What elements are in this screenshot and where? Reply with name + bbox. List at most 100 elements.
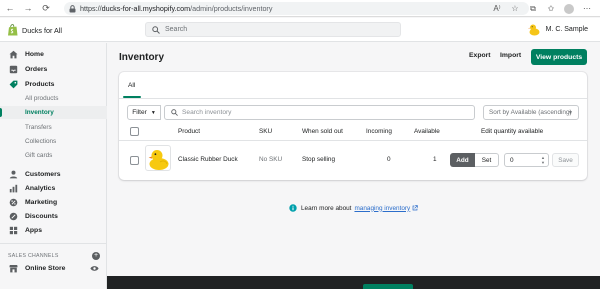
url-scheme: https://	[80, 4, 102, 13]
learn-more-text: Learn more about	[301, 204, 352, 212]
favorite-star-icon[interactable]: ☆	[510, 4, 520, 14]
filter-button[interactable]: Filter ▼	[127, 105, 161, 120]
back-icon[interactable]: ←	[4, 2, 16, 14]
sidebar-item-orders[interactable]: Orders	[0, 62, 107, 76]
column-edit-quantity: Edit quantity available	[481, 128, 544, 135]
incoming-value: 0	[387, 156, 391, 163]
tab-all-label: All	[128, 82, 136, 89]
admin-topbar: Ducks for All Search M. C. Sample	[0, 18, 600, 42]
when-sold-out-value: Stop selling	[302, 156, 336, 163]
tag-icon	[9, 80, 18, 89]
column-sku: SKU	[259, 128, 273, 135]
table-row: Classic Rubber Duck No SKU Stop selling …	[119, 142, 587, 178]
save-button[interactable]: Save	[552, 153, 579, 167]
discount-icon	[9, 212, 18, 221]
chevron-down-icon[interactable]: ▼	[541, 160, 545, 165]
spinner-arrows[interactable]: ▲ ▼	[539, 155, 547, 165]
sidebar-label-discounts: Discounts	[25, 212, 58, 220]
sidebar-label-products: Products	[25, 80, 55, 88]
user-name: M. C. Sample	[545, 26, 588, 33]
inventory-search-placeholder: Search inventory	[182, 109, 232, 116]
sidebar-sublabel: Gift cards	[25, 152, 53, 159]
tab-divider	[119, 98, 587, 99]
column-incoming: Incoming	[366, 128, 392, 135]
browser-actions: A⁾ ☆ ⧉ ✩ ⋯	[492, 2, 592, 15]
sidebar-item-discounts[interactable]: Discounts	[0, 209, 107, 223]
address-bar[interactable]: https://ducks-for-all.myshopify.com/admi…	[64, 2, 529, 15]
quantity-value: 0	[510, 156, 514, 164]
caret-down-icon: ▼	[150, 109, 156, 116]
search-placeholder: Search	[165, 26, 188, 33]
shopify-bag-icon	[8, 24, 18, 36]
search-icon	[152, 25, 160, 34]
sidebar-item-home[interactable]: Home	[0, 47, 107, 61]
import-button[interactable]: Import	[500, 52, 521, 59]
info-icon	[289, 204, 297, 212]
sales-channels-label: SALES CHANNELS	[8, 253, 59, 259]
filter-label: Filter	[132, 109, 147, 116]
sidebar-subitem-collections[interactable]: Collections	[0, 135, 107, 148]
managing-inventory-link[interactable]: managing inventory	[354, 205, 410, 212]
sku-value: No SKU	[259, 156, 283, 163]
bottom-bar-button[interactable]	[363, 284, 413, 289]
tab-all[interactable]: All	[128, 82, 135, 97]
profile-icon[interactable]	[564, 3, 574, 14]
view-products-button[interactable]: View products	[531, 49, 587, 65]
sort-select[interactable]: Sort by Available (ascending) ▼	[483, 105, 579, 120]
sales-channels-header: SALES CHANNELS +	[8, 251, 100, 261]
add-button[interactable]: Add	[450, 153, 475, 167]
person-icon	[9, 170, 18, 179]
reader-mode-icon[interactable]: A⁾	[492, 4, 502, 14]
orders-icon	[9, 65, 18, 74]
sidebar-item-customers[interactable]: Customers	[0, 167, 107, 181]
add-sales-channel-icon[interactable]: +	[92, 252, 100, 260]
user-menu[interactable]: M. C. Sample	[527, 23, 588, 36]
analytics-icon	[9, 184, 18, 193]
eye-icon[interactable]	[90, 264, 99, 273]
column-product: Product	[178, 128, 201, 135]
column-when-sold-out: When sold out	[302, 128, 343, 135]
store-icon	[9, 264, 18, 273]
sidebar-sublabel: Inventory	[25, 109, 54, 116]
quantity-stepper[interactable]: 0 ▲ ▼	[504, 153, 549, 167]
inventory-search-input[interactable]: Search inventory	[164, 105, 475, 120]
sidebar-label-home: Home	[25, 50, 44, 58]
sidebar-item-apps[interactable]: Apps	[0, 223, 107, 237]
sidebar-item-products[interactable]: Products	[0, 77, 107, 91]
sidebar-item-online-store[interactable]: Online Store	[0, 261, 107, 275]
sidebar-subitem-gift-cards[interactable]: Gift cards	[0, 149, 107, 162]
external-link-icon	[412, 205, 418, 211]
favorites-icon[interactable]: ✩	[546, 4, 556, 14]
browser-toolbar: ← → ⟳ https://ducks-for-all.myshopify.co…	[0, 0, 600, 17]
caret-down-icon: ▼	[568, 109, 573, 116]
sidebar-label-customers: Customers	[25, 170, 61, 178]
sidebar-subitem-all-products[interactable]: All products	[0, 92, 107, 105]
url-path: /admin/products/inventory	[190, 4, 273, 13]
collections-icon[interactable]: ⧉	[528, 4, 538, 14]
sidebar-subitem-inventory[interactable]: Inventory	[0, 106, 107, 119]
sidebar-divider	[0, 243, 107, 244]
set-button[interactable]: Set	[475, 153, 499, 167]
store-brand[interactable]: Ducks for All	[7, 24, 62, 36]
sidebar-label-orders: Orders	[25, 65, 48, 73]
more-menu-icon[interactable]: ⋯	[582, 4, 592, 14]
available-value: 1	[433, 156, 437, 163]
export-button[interactable]: Export	[469, 52, 491, 59]
global-search-input[interactable]: Search	[145, 22, 401, 37]
reload-icon[interactable]: ⟳	[40, 2, 52, 14]
row-checkbox[interactable]	[130, 156, 139, 165]
store-name: Ducks for All	[22, 25, 62, 35]
sidebar-item-marketing[interactable]: Marketing	[0, 195, 107, 209]
product-thumbnail[interactable]	[145, 145, 171, 171]
url-host: ducks-for-all.myshopify.com	[101, 4, 191, 13]
forward-icon[interactable]: →	[22, 2, 34, 14]
product-name-link[interactable]: Classic Rubber Duck	[178, 156, 238, 163]
home-icon	[9, 50, 18, 59]
sidebar-subitem-transfers[interactable]: Transfers	[0, 121, 107, 134]
sidebar-item-analytics[interactable]: Analytics	[0, 181, 107, 195]
sidebar-sublabel: Transfers	[25, 124, 52, 131]
sort-value: Sort by Available (ascending)	[489, 109, 572, 116]
marketing-icon	[9, 198, 18, 207]
select-all-checkbox[interactable]	[130, 127, 139, 136]
learn-more-footer: Learn more about managing inventory	[289, 204, 418, 212]
